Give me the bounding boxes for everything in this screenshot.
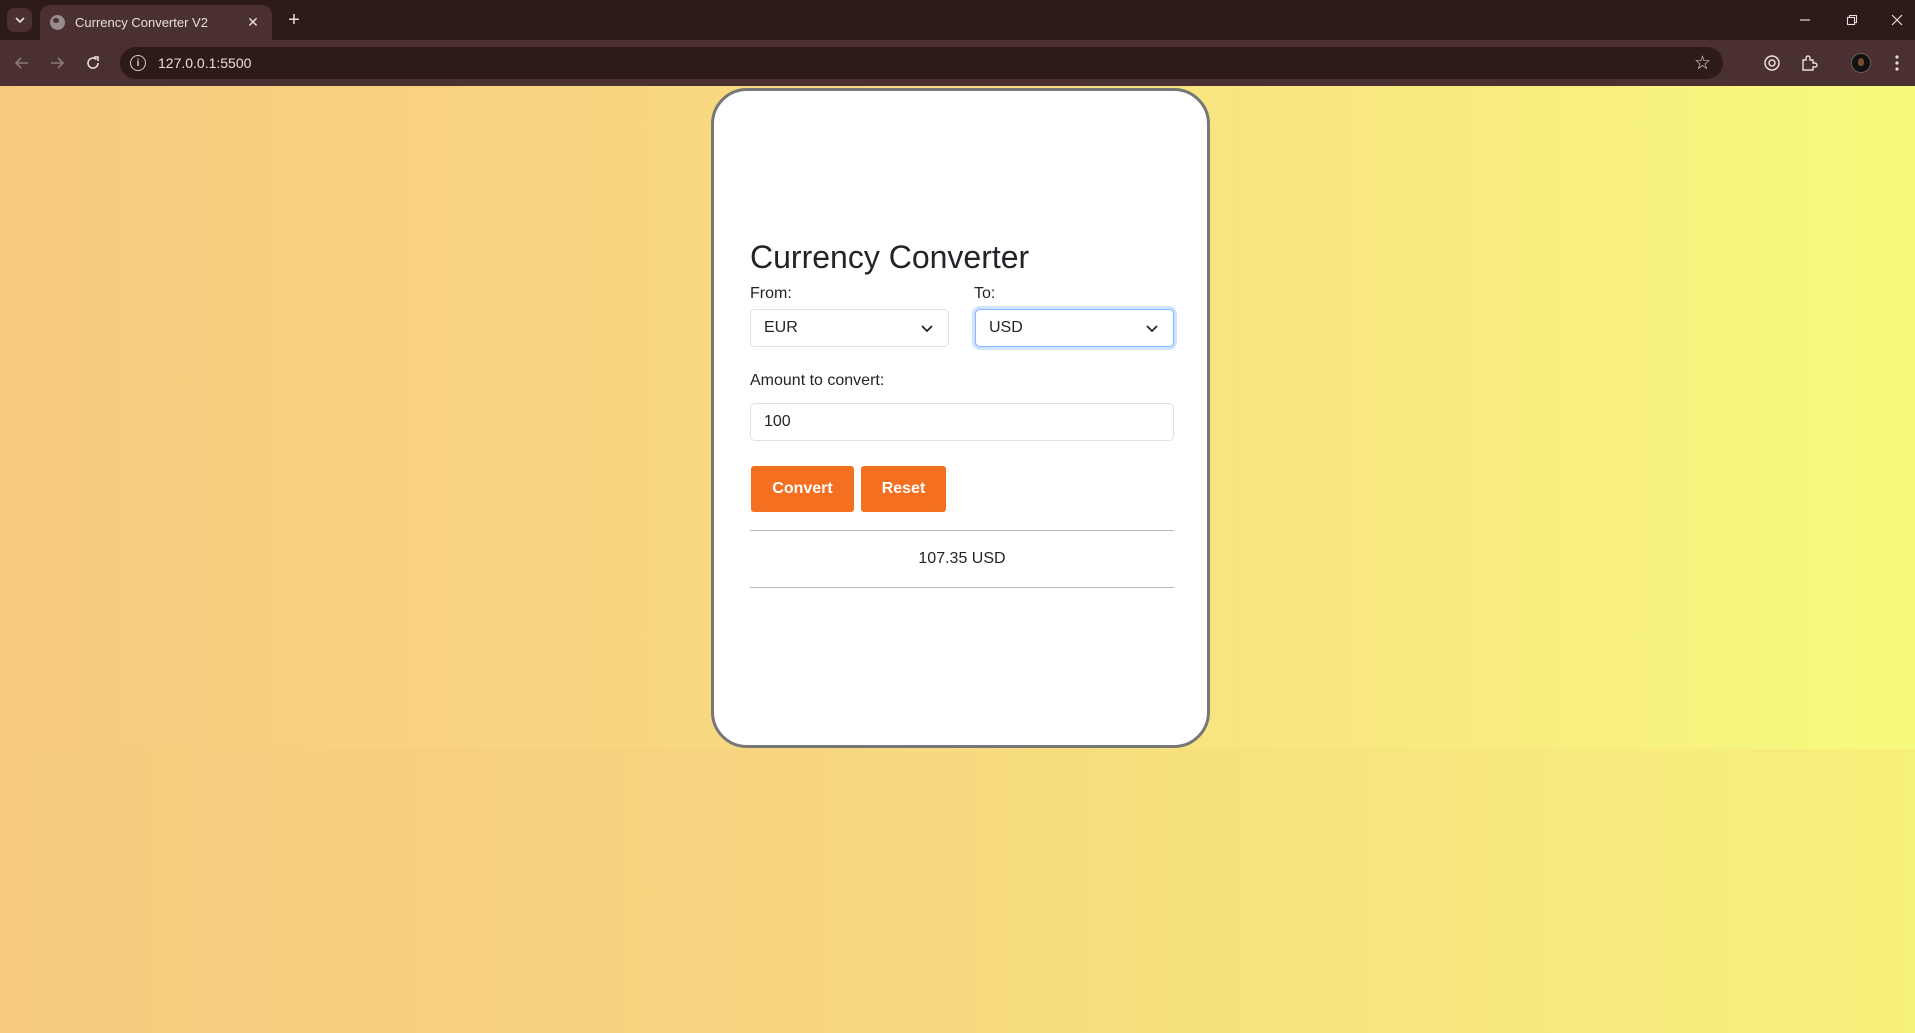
converter-card: Currency Converter From: EUR To: USD Amo…: [711, 88, 1210, 748]
reload-icon: [87, 56, 99, 69]
restore-icon: [1846, 14, 1858, 26]
arrow-left-icon: [14, 57, 28, 69]
amount-input[interactable]: 100: [750, 403, 1174, 441]
convert-button[interactable]: Convert: [751, 466, 854, 512]
more-vertical-icon: [1895, 55, 1899, 71]
close-window-button[interactable]: [1882, 8, 1912, 32]
from-currency-value: EUR: [764, 319, 798, 336]
new-tab-button[interactable]: +: [282, 8, 306, 32]
back-button[interactable]: [10, 51, 34, 75]
forward-button[interactable]: [45, 51, 69, 75]
close-tab-icon[interactable]: ✕: [244, 14, 262, 32]
media-button[interactable]: [1760, 51, 1784, 75]
from-currency-select[interactable]: EUR: [750, 309, 949, 347]
menu-button[interactable]: [1885, 51, 1909, 75]
profile-button[interactable]: [1849, 51, 1873, 75]
site-info-icon[interactable]: i: [130, 55, 146, 71]
from-label: From:: [750, 285, 792, 302]
conversion-result: 107.35 USD: [918, 550, 1006, 567]
to-currency-select[interactable]: USD: [975, 309, 1174, 347]
address-bar[interactable]: i 127.0.0.1:5500 ☆: [120, 47, 1723, 79]
result-bottom-divider: [750, 587, 1174, 588]
browser-tab[interactable]: Currency Converter V2 ✕: [40, 5, 272, 40]
puzzle-icon: [1802, 55, 1818, 71]
amount-label: Amount to convert:: [750, 372, 885, 389]
minimize-icon: [1800, 19, 1810, 21]
browser-toolbar: i 127.0.0.1:5500 ☆: [0, 40, 1915, 86]
to-label: To:: [974, 285, 996, 302]
page-background: Currency Converter From: EUR To: USD Amo…: [0, 86, 1915, 1033]
close-icon: [1891, 14, 1903, 26]
media-control-icon: [1764, 55, 1780, 71]
chevron-down-icon: [921, 325, 933, 333]
url-text[interactable]: 127.0.0.1:5500: [158, 55, 1694, 71]
extensions-button[interactable]: [1797, 51, 1821, 75]
bookmark-star-icon[interactable]: ☆: [1694, 52, 1711, 75]
tab-search-button[interactable]: [7, 8, 32, 32]
page-lower-background: [0, 749, 1915, 1033]
minimize-button[interactable]: [1790, 8, 1820, 32]
reset-button[interactable]: Reset: [861, 466, 946, 512]
restore-button[interactable]: [1837, 8, 1867, 32]
globe-icon: [50, 15, 65, 30]
to-currency-value: USD: [989, 319, 1023, 336]
amount-value: 100: [764, 413, 791, 430]
result-top-divider: [750, 530, 1174, 531]
tab-title: Currency Converter V2: [75, 15, 208, 30]
arrow-right-icon: [51, 57, 65, 69]
avatar: [1851, 53, 1871, 73]
reload-button[interactable]: [81, 51, 105, 75]
chevron-down-icon: [1146, 325, 1158, 333]
chevron-down-icon: [14, 17, 25, 24]
page-title: Currency Converter: [750, 239, 1030, 275]
tab-strip: Currency Converter V2 ✕ +: [0, 0, 1915, 40]
